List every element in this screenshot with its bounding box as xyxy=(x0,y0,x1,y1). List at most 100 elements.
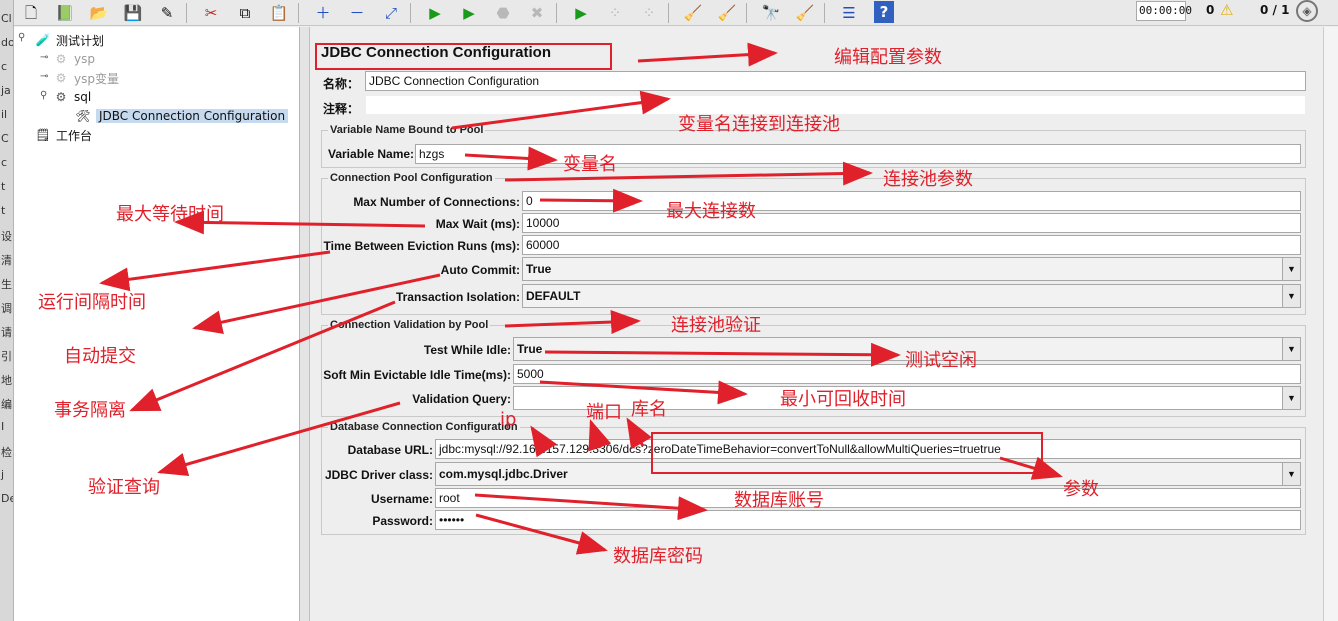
eviction-runs-field[interactable]: 60000 xyxy=(522,235,1301,255)
select-value: DEFAULT xyxy=(526,289,581,303)
annotation-ip: ip xyxy=(500,409,517,430)
background-glyph: 引 xyxy=(1,350,12,363)
annotation-params: 参数 xyxy=(1063,479,1099,500)
gear-icon: ⚙ xyxy=(55,90,67,104)
remote-stop-icon[interactable]: ⁘ xyxy=(602,1,628,25)
thread-count: 0 / 1 xyxy=(1260,3,1290,17)
flask-icon: 🧪 xyxy=(35,33,51,47)
expand-icon[interactable]: ＋ xyxy=(310,1,336,25)
select-value: True xyxy=(517,342,543,356)
background-glyph: 生 xyxy=(1,278,12,291)
background-glyph: 请 xyxy=(1,326,12,339)
tree-node-sql[interactable]: ⚙ sql xyxy=(52,88,92,106)
tree-node-label: ysp变量 xyxy=(74,71,119,86)
clear-all-icon[interactable]: 🧹 xyxy=(714,1,740,25)
shutdown-icon[interactable]: ✖ xyxy=(524,1,550,25)
expander-icon[interactable]: ⊸ xyxy=(40,71,48,82)
annotation-db-password: 数据库密码 xyxy=(613,546,703,567)
tree-node-test-plan[interactable]: 🧪 测试计划 xyxy=(34,31,105,49)
annotation-db-name: 库名 xyxy=(631,399,667,420)
tree-node-label: sql xyxy=(74,90,92,104)
max-wait-label: Max Wait (ms): xyxy=(435,217,520,231)
tree-node-label: 工作台 xyxy=(56,128,93,143)
test-while-idle-label: Test While Idle: xyxy=(423,343,511,357)
soft-min-idle-label: Soft Min Evictable Idle Time(ms): xyxy=(323,368,511,382)
template-icon[interactable]: 📗 xyxy=(52,1,78,25)
transaction-isolation-label: Transaction Isolation: xyxy=(395,290,520,304)
chevron-down-icon[interactable]: ▼ xyxy=(1282,338,1300,360)
copy-icon[interactable]: ⧉ xyxy=(232,1,258,25)
max-wait-field[interactable]: 10000 xyxy=(522,213,1301,233)
remote-start-icon[interactable]: ▶ xyxy=(568,1,594,25)
validation-query-label: Validation Query: xyxy=(412,392,511,406)
driver-class-label: JDBC Driver class: xyxy=(324,468,433,482)
clear-icon[interactable]: 🧹 xyxy=(680,1,706,25)
collapse-icon[interactable]: － xyxy=(344,1,370,25)
annotation-pool-validation: 连接池验证 xyxy=(671,315,761,336)
annotation-test-idle: 测试空闲 xyxy=(905,350,977,371)
variable-name-label: Variable Name: xyxy=(328,147,415,161)
annotation-box-title xyxy=(315,43,612,70)
background-glyph: il xyxy=(1,108,8,121)
username-label: Username: xyxy=(370,492,433,506)
auto-commit-select[interactable]: True ▼ xyxy=(522,257,1301,281)
tree-node-ysp[interactable]: ⚙ ysp xyxy=(52,50,95,68)
annotation-min-evict: 最小可回收时间 xyxy=(780,389,906,410)
new-icon[interactable]: 🗋 xyxy=(18,1,44,25)
start-icon[interactable]: ▶ xyxy=(422,1,448,25)
reset-search-icon[interactable]: 🧹 xyxy=(792,1,818,25)
toolbar: 🗋 📗 📂 💾 ✎ ✂ ⧉ 📋 ＋ － ⤢ ▶ ▶ ⬣ ✖ ▶ ⁘ ⁘ 🧹 🧹 … xyxy=(14,0,1338,26)
username-field[interactable]: root xyxy=(435,488,1301,508)
chevron-down-icon[interactable]: ▼ xyxy=(1282,285,1300,307)
toggle-icon[interactable]: ⤢ xyxy=(378,1,404,25)
annotation-var-name: 变量名 xyxy=(563,154,617,175)
annotation-pool-params: 连接池参数 xyxy=(883,169,973,190)
start-no-pause-icon[interactable]: ▶ xyxy=(456,1,482,25)
gear-icon: ⚙ xyxy=(55,71,67,85)
function-helper-icon[interactable]: ☰ xyxy=(836,1,862,25)
background-glyph: 清 xyxy=(1,254,12,267)
transaction-isolation-select[interactable]: DEFAULT ▼ xyxy=(522,284,1301,308)
paste-icon[interactable]: 📋 xyxy=(266,1,292,25)
warning-icon[interactable]: ⚠ xyxy=(1220,1,1233,19)
open-icon[interactable]: 📂 xyxy=(86,1,112,25)
max-connections-field[interactable]: 0 xyxy=(522,191,1301,211)
tree-node-ysp-var[interactable]: ⚙ ysp变量 xyxy=(52,69,119,87)
tree-node-workbench[interactable]: 🗒 工作台 xyxy=(34,126,92,144)
expander-icon[interactable]: ⚲ xyxy=(40,90,48,101)
eviction-runs-label: Time Between Eviction Runs (ms): xyxy=(323,239,520,253)
background-glyph: 地 xyxy=(1,374,12,387)
remote-globe-icon[interactable]: ◈ xyxy=(1296,0,1318,22)
annotation-max-conn: 最大连接数 xyxy=(666,201,756,222)
variable-name-field[interactable]: hzgs xyxy=(415,144,1301,164)
remote-exit-icon[interactable]: ⁘ xyxy=(636,1,662,25)
wrench-icon: 🛠 xyxy=(75,109,91,123)
name-field[interactable]: JDBC Connection Configuration xyxy=(365,71,1306,91)
tree-node-label: JDBC Connection Configuration xyxy=(96,109,289,123)
right-scrollbar[interactable] xyxy=(1323,27,1338,621)
expander-icon[interactable]: ⊸ xyxy=(40,52,48,63)
search-icon[interactable]: 🔭 xyxy=(758,1,784,25)
comment-label: 注释： xyxy=(323,102,360,116)
max-connections-label: Max Number of Connections: xyxy=(353,195,520,209)
stop-icon[interactable]: ⬣ xyxy=(490,1,516,25)
background-glyph: De xyxy=(1,492,13,505)
background-glyph: c xyxy=(1,156,8,169)
background-glyph: t xyxy=(1,180,6,193)
chevron-down-icon[interactable]: ▼ xyxy=(1282,258,1300,280)
save-as-icon[interactable]: ✎ xyxy=(154,1,180,25)
chevron-down-icon[interactable]: ▼ xyxy=(1282,463,1300,485)
password-field[interactable]: •••••• xyxy=(435,510,1301,530)
cut-icon[interactable]: ✂ xyxy=(198,1,224,25)
annotation-val-query: 验证查询 xyxy=(88,477,160,498)
tree-node-jdbc-config[interactable]: 🛠 JDBC Connection Configuration xyxy=(74,107,289,125)
save-icon[interactable]: 💾 xyxy=(120,1,146,25)
background-glyph: do xyxy=(1,36,14,49)
group-title: Connection Validation by Pool xyxy=(328,319,491,331)
annotation-max-wait: 最大等待时间 xyxy=(116,204,224,225)
expander-icon[interactable]: ⚲ xyxy=(18,32,26,43)
help-icon[interactable]: ? xyxy=(874,1,894,23)
chevron-down-icon[interactable]: ▼ xyxy=(1282,387,1300,409)
panel-splitter[interactable] xyxy=(300,27,310,621)
background-glyph: Cl xyxy=(1,12,12,25)
